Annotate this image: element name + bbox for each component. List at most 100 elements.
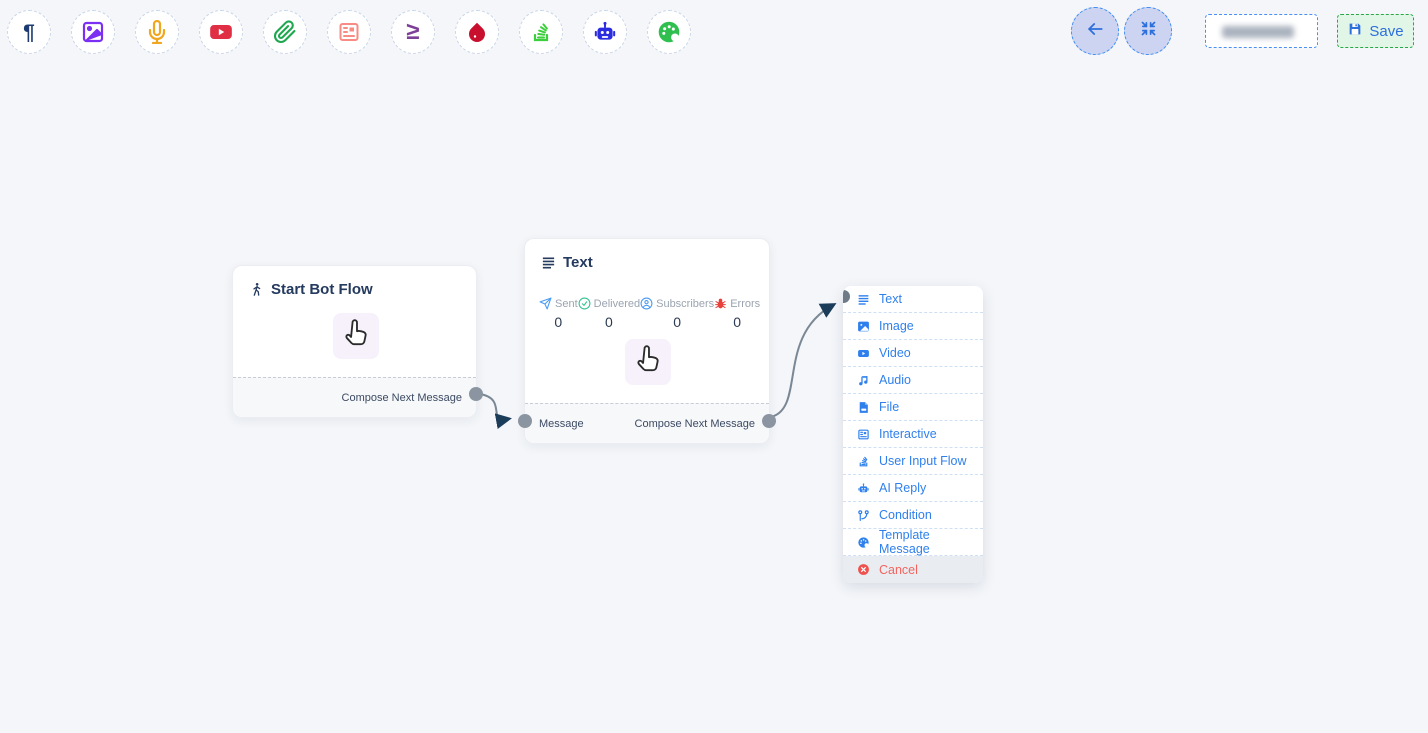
stat-errors-value: 0 bbox=[733, 314, 741, 330]
file-icon bbox=[857, 401, 870, 414]
stat-sent-label: Sent bbox=[555, 298, 578, 310]
text-node-stats: Sent 0 Delivered 0 Subscribers 0 bbox=[525, 271, 769, 330]
stack-icon bbox=[529, 20, 553, 44]
stat-errors: Errors 0 bbox=[714, 297, 760, 330]
stat-errors-label: Errors bbox=[730, 298, 760, 310]
menu-item-interactive[interactable]: Interactive bbox=[843, 421, 983, 448]
menu-item-label: Audio bbox=[879, 373, 911, 387]
menu-item-label: Interactive bbox=[879, 427, 937, 441]
menu-item-audio[interactable]: Audio bbox=[843, 367, 983, 394]
toolbar-template-message-button[interactable] bbox=[647, 10, 691, 54]
start-node-header: Start Bot Flow bbox=[233, 266, 476, 298]
menu-item-text[interactable]: Text bbox=[843, 286, 983, 313]
menu-item-label: Template Message bbox=[879, 528, 969, 556]
menu-item-video[interactable]: Video bbox=[843, 340, 983, 367]
image-icon bbox=[81, 20, 105, 44]
stat-delivered-value: 0 bbox=[605, 314, 613, 330]
check-circle-icon bbox=[578, 297, 591, 310]
microphone-icon bbox=[145, 20, 169, 44]
youtube-icon bbox=[208, 19, 234, 45]
toolbar-audio-button[interactable] bbox=[135, 10, 179, 54]
arrow-left-icon bbox=[1085, 19, 1105, 44]
walking-person-icon bbox=[249, 281, 264, 298]
user-input-flow-icon bbox=[857, 455, 870, 468]
palette-icon bbox=[656, 19, 682, 45]
menu-item-label: Condition bbox=[879, 508, 932, 522]
toolbar-text-button[interactable]: ¶ bbox=[7, 10, 51, 54]
text-output-label: Compose Next Message bbox=[635, 418, 755, 430]
floppy-disk-icon bbox=[1347, 21, 1363, 41]
robot-icon bbox=[592, 19, 618, 45]
save-button[interactable]: Save bbox=[1337, 14, 1414, 48]
paperclip-icon bbox=[273, 20, 297, 44]
template-message-icon bbox=[857, 536, 870, 549]
condition-icon bbox=[857, 509, 870, 522]
start-bot-flow-node[interactable]: Start Bot Flow Compose Next Message bbox=[232, 265, 477, 418]
pilcrow-icon: ¶ bbox=[23, 22, 35, 43]
text-lines-icon bbox=[857, 293, 870, 306]
drag-handle[interactable] bbox=[625, 339, 671, 385]
back-button[interactable] bbox=[1071, 7, 1119, 55]
toolbar-user-input-flow-button[interactable] bbox=[519, 10, 563, 54]
newspaper-icon bbox=[337, 20, 361, 44]
toolbar-video-button[interactable] bbox=[199, 10, 243, 54]
edge-text-to-menu[interactable] bbox=[771, 305, 833, 417]
send-icon bbox=[539, 297, 552, 310]
save-button-label: Save bbox=[1369, 23, 1403, 40]
node-type-toolbar: ¶ ≥ bbox=[7, 10, 691, 54]
menu-item-ai-reply[interactable]: AI Reply bbox=[843, 475, 983, 502]
stat-sent: Sent 0 bbox=[539, 297, 578, 330]
user-circle-icon bbox=[640, 297, 653, 310]
text-input-label: Message bbox=[539, 418, 584, 430]
stat-delivered-label: Delivered bbox=[594, 298, 640, 310]
menu-item-file[interactable]: File bbox=[843, 394, 983, 421]
menu-item-user-input-flow[interactable]: User Input Flow bbox=[843, 448, 983, 475]
text-input-handle[interactable] bbox=[518, 414, 532, 428]
stat-subscribers-value: 0 bbox=[673, 314, 681, 330]
menu-item-label: User Input Flow bbox=[879, 454, 967, 468]
menu-item-image[interactable]: Image bbox=[843, 313, 983, 340]
menu-item-label: File bbox=[879, 400, 899, 414]
interactive-icon bbox=[857, 428, 870, 441]
cancel-icon bbox=[857, 563, 870, 576]
menu-item-template-message[interactable]: Template Message bbox=[843, 529, 983, 556]
toolbar-file-button[interactable] bbox=[263, 10, 307, 54]
text-node-header: Text bbox=[525, 239, 769, 271]
menu-item-cancel[interactable]: Cancel bbox=[843, 556, 983, 583]
start-node-title: Start Bot Flow bbox=[271, 281, 373, 298]
start-output-label: Compose Next Message bbox=[342, 392, 462, 404]
image-icon bbox=[857, 320, 870, 333]
toolbar-interactive-button[interactable] bbox=[327, 10, 371, 54]
menu-item-label: Image bbox=[879, 319, 914, 333]
fit-view-button[interactable] bbox=[1124, 7, 1172, 55]
bug-icon bbox=[714, 297, 727, 310]
toolbar-drip-button[interactable] bbox=[455, 10, 499, 54]
flow-name-input[interactable] bbox=[1205, 14, 1318, 48]
text-output-handle[interactable] bbox=[762, 414, 776, 428]
ai-reply-icon bbox=[857, 482, 870, 495]
toolbar-ai-reply-button[interactable] bbox=[583, 10, 627, 54]
stat-subscribers: Subscribers 0 bbox=[640, 297, 714, 330]
droplet-icon bbox=[465, 20, 489, 44]
edge-start-to-text[interactable] bbox=[480, 394, 508, 419]
start-output-handle[interactable] bbox=[469, 387, 483, 401]
flow-name-redacted bbox=[1222, 26, 1294, 38]
audio-icon bbox=[857, 374, 870, 387]
video-icon bbox=[857, 347, 870, 360]
start-node-footer: Compose Next Message bbox=[233, 377, 476, 417]
text-node[interactable]: Text Sent 0 Delivered 0 bbox=[524, 238, 770, 444]
add-node-context-menu: Text Image Video Audio File Interactive bbox=[843, 286, 983, 583]
text-node-title: Text bbox=[563, 254, 593, 271]
toolbar-condition-button[interactable]: ≥ bbox=[391, 10, 435, 54]
text-node-footer: Message Compose Next Message bbox=[525, 403, 769, 443]
menu-item-label: Video bbox=[879, 346, 911, 360]
menu-item-label: AI Reply bbox=[879, 481, 926, 495]
drag-handle[interactable] bbox=[333, 313, 379, 359]
toolbar-image-button[interactable] bbox=[71, 10, 115, 54]
hand-pointer-icon bbox=[341, 318, 371, 355]
menu-item-label: Text bbox=[879, 292, 902, 306]
stat-sent-value: 0 bbox=[554, 314, 562, 330]
menu-item-condition[interactable]: Condition bbox=[843, 502, 983, 529]
stat-delivered: Delivered 0 bbox=[578, 297, 640, 330]
stat-subscribers-label: Subscribers bbox=[656, 298, 714, 310]
